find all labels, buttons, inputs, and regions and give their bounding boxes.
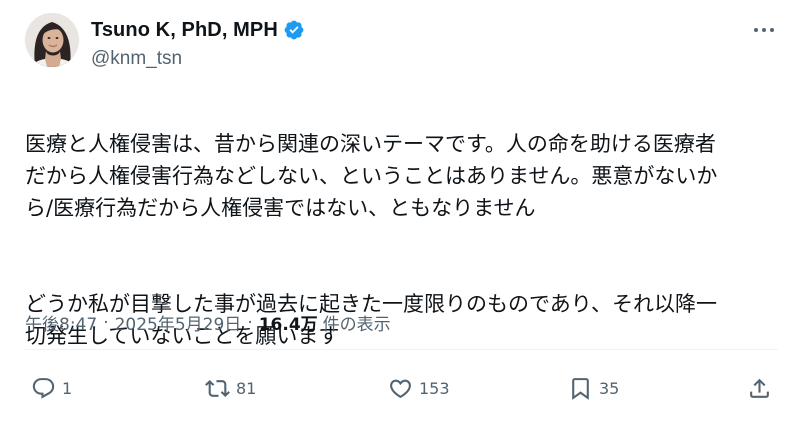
- heart-icon: [390, 379, 411, 398]
- more-options-button[interactable]: [750, 20, 778, 40]
- retweet-icon: [205, 379, 230, 397]
- divider: [25, 349, 778, 350]
- action-bar: 1 81 153 35: [25, 370, 773, 406]
- post-meta: 午後8:47 · 2025年5月29日 · 16.4万 件の表示: [25, 310, 391, 336]
- name-row: Tsuno K, PhD, MPH: [91, 17, 305, 43]
- retweet-count: 81: [236, 378, 257, 398]
- avatar-photo: [25, 13, 79, 67]
- views-label[interactable]: 件の表示: [323, 310, 391, 335]
- author-display-name[interactable]: Tsuno K, PhD, MPH: [91, 19, 278, 42]
- post-date[interactable]: 2025年5月29日: [115, 310, 242, 335]
- reply-icon: [32, 377, 55, 399]
- author-handle[interactable]: @knm_tsn: [91, 48, 305, 70]
- like-count: 153: [419, 378, 450, 398]
- more-dots-icon: [754, 28, 774, 32]
- author-block: Tsuno K, PhD, MPH @knm_tsn: [91, 17, 305, 70]
- bookmark-button[interactable]: 35: [568, 370, 619, 406]
- post-text: 医療と人権侵害は、昔から関連の深いテーマです。人の命を助ける医療者 だから人権侵…: [25, 96, 785, 384]
- verified-badge-icon[interactable]: [283, 19, 305, 41]
- post-paragraph-1: 医療と人権侵害は、昔から関連の深いテーマです。人の命を助ける医療者 だから人権侵…: [25, 132, 718, 220]
- like-button[interactable]: 153: [388, 370, 450, 406]
- reply-count: 1: [62, 378, 73, 398]
- share-button[interactable]: [747, 370, 772, 406]
- avatar[interactable]: [25, 13, 79, 67]
- bookmark-icon: [572, 377, 589, 400]
- meta-separator: ·: [103, 312, 109, 333]
- bookmark-count: 35: [599, 378, 620, 398]
- views-count[interactable]: 16.4万: [259, 310, 318, 335]
- share-icon: [750, 378, 769, 398]
- retweet-button[interactable]: 81: [205, 370, 256, 406]
- post-card: Tsuno K, PhD, MPH @knm_tsn 医療と人権侵害は、昔から関…: [0, 0, 798, 426]
- meta-separator: ·: [247, 312, 253, 333]
- reply-button[interactable]: 1: [31, 370, 72, 406]
- post-time[interactable]: 午後8:47: [25, 310, 97, 335]
